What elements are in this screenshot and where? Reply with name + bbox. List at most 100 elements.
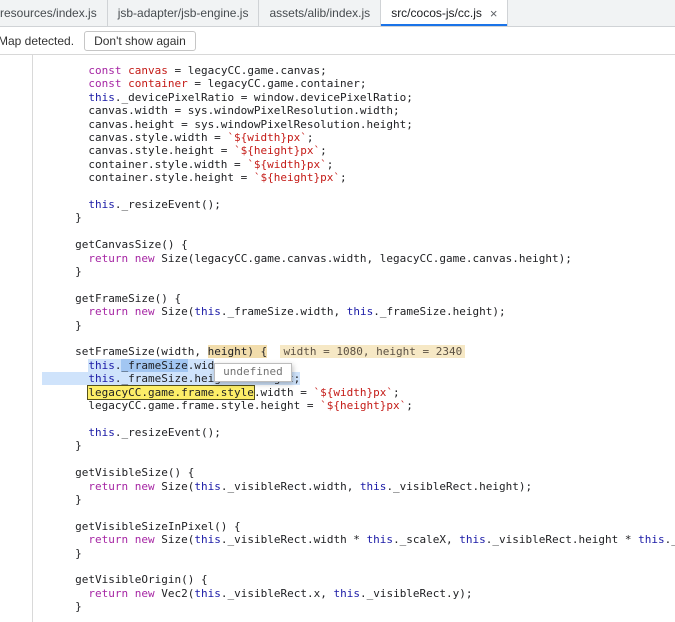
code-token: container.style.height = bbox=[42, 171, 254, 185]
code-line[interactable]: } bbox=[42, 547, 675, 560]
code-token: } bbox=[42, 439, 82, 453]
code-line[interactable]: container.style.height = `${height}px`; bbox=[42, 171, 675, 184]
code-line[interactable]: return new Size(this._visibleRect.width,… bbox=[42, 480, 675, 493]
code-line[interactable]: return new Size(this._frameSize.width, t… bbox=[42, 305, 675, 318]
code-token: this bbox=[346, 305, 374, 319]
code-line[interactable]: getVisibleSizeInPixel() { bbox=[42, 520, 675, 533]
code-token: this bbox=[88, 425, 115, 439]
execution-highlight: height) { bbox=[207, 345, 268, 359]
code-token: new bbox=[134, 533, 155, 547]
code-line[interactable]: getCanvasSize() { bbox=[42, 238, 675, 251]
code-line[interactable]: } bbox=[42, 439, 675, 452]
code-token: return bbox=[88, 586, 129, 600]
file-tab[interactable]: assets/alib/index.js bbox=[259, 0, 382, 26]
code-line[interactable]: } bbox=[42, 211, 675, 224]
tab-label: src/cocos-js/cc.js bbox=[391, 6, 482, 20]
code-token: ._visibleRect.height * bbox=[485, 533, 639, 547]
code-token: = legacyCC.game.canvas; bbox=[167, 64, 327, 77]
line-gutter[interactable] bbox=[0, 55, 33, 622]
code-line[interactable]: const canvas = legacyCC.game.canvas; bbox=[42, 64, 675, 77]
code-line[interactable]: } bbox=[42, 600, 675, 613]
code-token: ; bbox=[406, 399, 413, 413]
code-line[interactable]: legacyCC.game.frame.style.height = `${he… bbox=[42, 399, 675, 412]
code-token: new bbox=[134, 479, 155, 493]
code-line[interactable]: getFrameSize() { bbox=[42, 292, 675, 305]
code-token: const bbox=[88, 64, 122, 77]
code-token: .width = bbox=[253, 385, 314, 399]
tab-close-icon[interactable]: × bbox=[490, 7, 498, 20]
code-line[interactable]: } bbox=[42, 265, 675, 278]
code-token: ._scaleX, bbox=[393, 533, 460, 547]
code-token: this bbox=[194, 533, 221, 547]
code-token: Vec2( bbox=[154, 586, 195, 600]
code-line[interactable]: legacyCC.game.frame.style.width = `${wid… bbox=[42, 384, 675, 400]
code-token: canvas.style.width = bbox=[42, 131, 228, 145]
code-line[interactable] bbox=[42, 453, 675, 466]
code-token: ._visibleRect.y); bbox=[359, 586, 473, 600]
file-tab[interactable]: resources/index.js bbox=[0, 0, 108, 26]
code-line[interactable]: this._resizeEvent(); bbox=[42, 426, 675, 439]
code-line[interactable]: return new Vec2(this._visibleRect.x, thi… bbox=[42, 587, 675, 600]
code-line[interactable]: canvas.style.height = `${height}px`; bbox=[42, 144, 675, 157]
code-token: getVisibleOrigin() { bbox=[42, 573, 208, 587]
code-token: return bbox=[88, 305, 129, 319]
code-line[interactable]: canvas.height = sys.windowPixelResolutio… bbox=[42, 118, 675, 131]
code-line[interactable]: } bbox=[42, 319, 675, 332]
code-line[interactable]: container.style.width = `${width}px`; bbox=[42, 158, 675, 171]
code-token: .wid bbox=[187, 358, 215, 372]
file-tab[interactable]: src/cocos-js/cc.js × bbox=[381, 0, 509, 26]
code-line[interactable] bbox=[42, 332, 675, 345]
code-token: this bbox=[194, 479, 221, 493]
code-line[interactable]: getVisibleSize() { bbox=[42, 466, 675, 479]
code-token: container bbox=[128, 77, 188, 91]
code-token: this bbox=[459, 533, 486, 547]
inline-value-hint: width = 1080, height = 2340 bbox=[280, 345, 466, 359]
code-line[interactable]: this._frameSize.wid undefined bbox=[42, 358, 675, 382]
code-line[interactable]: getVisibleOrigin() { bbox=[42, 573, 675, 586]
code-line[interactable]: canvas.style.width = `${width}px`; bbox=[42, 131, 675, 144]
code-token: this bbox=[88, 358, 115, 372]
code-token: this bbox=[638, 533, 665, 547]
code-line[interactable] bbox=[42, 185, 675, 198]
code-token: ._resizeEvent(); bbox=[114, 425, 221, 439]
evaluation-tooltip: undefined bbox=[214, 362, 292, 382]
code-line[interactable]: canvas.width = sys.windowPixelResolution… bbox=[42, 104, 675, 117]
code-line[interactable] bbox=[42, 506, 675, 519]
code-token: legacyCC.game.frame.style.height = bbox=[42, 399, 321, 413]
code-line[interactable] bbox=[42, 225, 675, 238]
source-editor: const canvas = legacyCC.game.canvas; con… bbox=[0, 55, 675, 622]
code-line[interactable]: const container = legacyCC.game.containe… bbox=[42, 77, 675, 90]
code-line[interactable]: return new Size(legacyCC.game.canvas.wid… bbox=[42, 252, 675, 265]
code-token: this bbox=[88, 372, 115, 386]
code-line[interactable] bbox=[42, 413, 675, 426]
code-line[interactable]: setFrameSize(width, height) { width = 10… bbox=[42, 345, 675, 359]
code-line[interactable] bbox=[42, 278, 675, 291]
code-token: ._frameSize.width, bbox=[220, 305, 347, 319]
code-token: this bbox=[333, 586, 360, 600]
code-token: ._frameSize.height); bbox=[373, 305, 506, 319]
code-line[interactable]: this._resizeEvent(); bbox=[42, 198, 675, 211]
code-line[interactable]: this._devicePixelRatio = window.devicePi… bbox=[42, 91, 675, 104]
code-token: ; bbox=[326, 157, 334, 171]
code-token: _frameSize bbox=[121, 358, 188, 372]
code-line[interactable]: return new Size(this._visibleRect.width … bbox=[42, 533, 675, 546]
code-line[interactable]: } bbox=[42, 493, 675, 506]
tab-label: resources/index.js bbox=[0, 6, 97, 20]
dont-show-again-button[interactable]: Don't show again bbox=[84, 30, 196, 51]
code-token: this bbox=[88, 90, 115, 104]
code-area[interactable]: const canvas = legacyCC.game.canvas; con… bbox=[33, 55, 675, 622]
code-token: ; bbox=[306, 131, 314, 145]
code-line[interactable]: this._frameSize.height = height; bbox=[42, 372, 675, 386]
file-tab[interactable]: jsb-adapter/jsb-engine.js bbox=[108, 0, 260, 26]
infobar: Map detected. Don't show again bbox=[0, 27, 675, 55]
code-line[interactable] bbox=[42, 560, 675, 573]
